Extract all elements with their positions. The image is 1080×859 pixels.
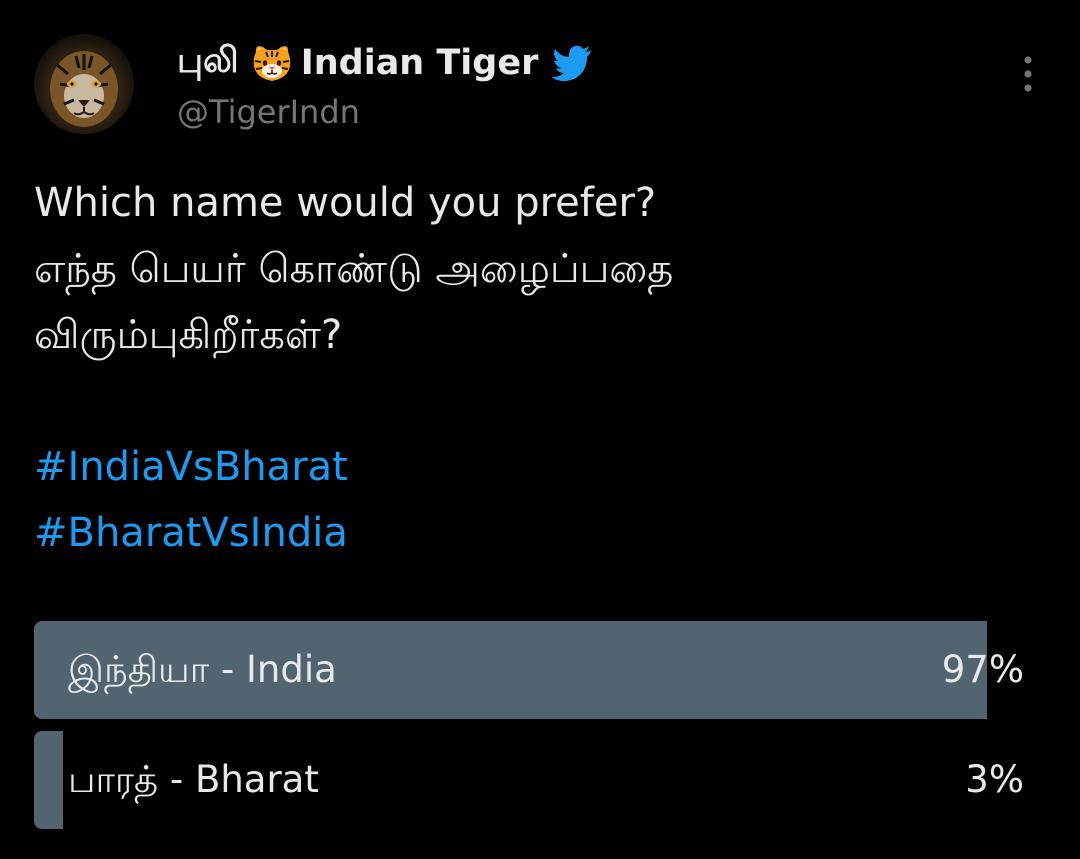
tweet-text: Which name would you prefer? எந்த பெயர் … <box>34 170 1044 566</box>
hashtag-link[interactable]: #BharatVsIndia <box>34 500 1044 566</box>
poll-option-percent: 3% <box>965 758 1024 801</box>
display-name[interactable]: புலி Indian Tiger <box>177 38 594 88</box>
display-name-prefix: புலி <box>177 41 239 81</box>
tweet-header: புலி Indian Tiger @TigerIndn <box>34 34 1046 134</box>
display-name-text: Indian Tiger <box>300 43 539 83</box>
poll-option[interactable]: இந்தியா - India 97% <box>34 621 1024 719</box>
tweet-line: Which name would you prefer? <box>34 180 657 226</box>
tiger-avatar-icon <box>50 51 118 127</box>
poll-option[interactable]: பாரத் - Bharat 3% <box>34 731 1024 829</box>
tweet-line: விரும்புகிறீர்கள்? <box>34 312 343 358</box>
twitter-bird-icon <box>550 43 594 83</box>
poll-option-percent: 97% <box>941 648 1024 691</box>
poll-option-label: இந்தியா - India <box>68 648 337 691</box>
hashtag-link[interactable]: #IndiaVsBharat <box>34 434 1044 500</box>
poll-result-bar <box>34 731 64 829</box>
tweet-line: எந்த பெயர் கொண்டு அழைப்பதை <box>34 246 674 292</box>
avatar[interactable] <box>34 34 134 134</box>
poll-option-label: பாரத் - Bharat <box>68 758 319 801</box>
author-handle[interactable]: @TigerIndn <box>177 90 594 134</box>
tiger-face-emoji-icon <box>251 42 293 84</box>
more-options-icon[interactable] <box>1020 54 1036 94</box>
poll: இந்தியா - India 97% பாரத் - Bharat 3% <box>34 621 1024 841</box>
